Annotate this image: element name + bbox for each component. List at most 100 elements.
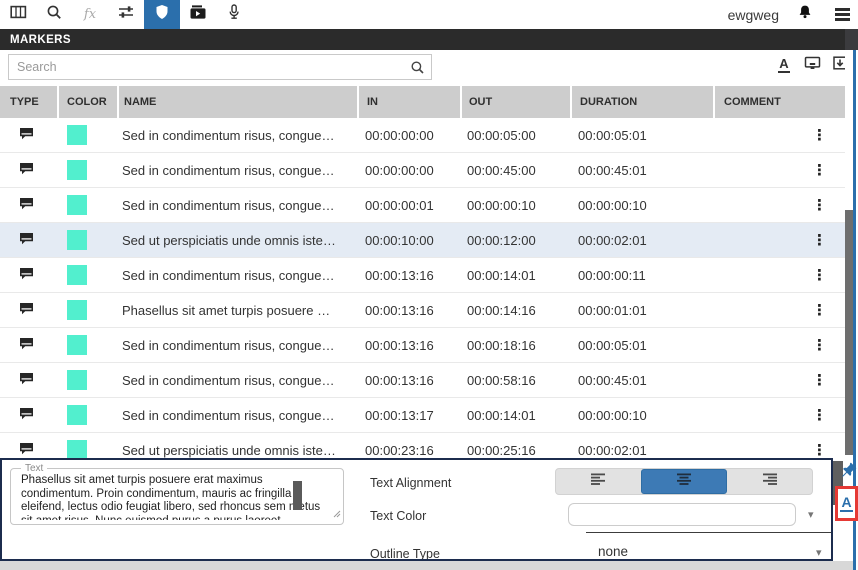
table-row[interactable]: Sed in condimentum risus, congue… 00:00:… [0,258,845,293]
table-row[interactable]: Sed in condimentum risus, congue… 00:00:… [0,363,845,398]
marker-color-swatch[interactable] [67,125,87,145]
search-input[interactable] [17,55,397,79]
marker-out: 00:00:25:16 [460,433,570,458]
row-menu-button[interactable]: ⋮ [808,258,831,292]
row-menu-button[interactable]: ⋮ [808,188,831,222]
menu-button[interactable] [831,4,854,25]
marker-duration: 00:00:45:01 [570,153,713,187]
notifications-button[interactable] [793,0,817,29]
table-row[interactable]: Sed in condimentum risus, congue… 00:00:… [0,328,845,363]
align-left-button[interactable] [556,469,641,494]
row-menu-button[interactable]: ⋮ [808,153,831,187]
row-menu-button[interactable]: ⋮ [808,293,831,327]
marker-color-swatch[interactable] [67,405,87,425]
pin-panel-button[interactable] [841,462,857,483]
table-row[interactable]: Sed in condimentum risus, congue… 00:00:… [0,118,845,153]
marker-color-swatch[interactable] [67,230,87,250]
marker-name: Sed in condimentum risus, congue… [117,258,357,292]
text-alignment-control [555,468,813,495]
marker-duration: 00:00:00:10 [570,398,713,432]
markers-app: fx ew [0,0,858,570]
marker-type-cell [0,433,57,458]
search-icon[interactable] [410,60,425,80]
marker-type-cell [0,328,57,362]
comment-display-button[interactable] [802,54,822,76]
marker-in: 00:00:13:16 [357,293,460,327]
table-row[interactable]: Sed in condimentum risus, congue… 00:00:… [0,153,845,188]
table-row[interactable]: Sed ut perspiciatis unde omnis iste… 00:… [0,433,845,458]
microphone-icon [227,4,241,25]
marker-color-swatch[interactable] [67,300,87,320]
subtitle-marker-icon [19,337,34,353]
column-header-out[interactable]: OUT [460,86,570,118]
resize-handle-icon[interactable] [333,505,341,523]
row-menu-button[interactable]: ⋮ [808,223,831,257]
bottom-strip [0,561,853,570]
marker-duration: 00:00:00:11 [570,258,713,292]
column-header-color[interactable]: COLOR [57,86,117,118]
column-header-duration[interactable]: DURATION [570,86,713,118]
text-color-caret-icon[interactable]: ▾ [808,508,814,521]
outline-type-select[interactable]: none [598,544,628,559]
marker-text-input[interactable]: Phasellus sit amet turpis posuere erat m… [21,474,321,520]
marker-color-swatch[interactable] [67,195,87,215]
table-row[interactable]: Sed in condimentum risus, congue… 00:00:… [0,188,845,223]
filters-tab-button[interactable] [108,0,144,29]
table-row[interactable]: Sed ut perspiciatis unde omnis iste… 00:… [0,223,845,258]
marker-out: 00:00:12:00 [460,223,570,257]
marker-in: 00:00:13:16 [357,258,460,292]
markers-tab-button[interactable] [144,0,180,29]
text-color-input[interactable] [568,503,796,526]
row-menu-button[interactable]: ⋮ [808,398,831,432]
table-row[interactable]: Phasellus sit amet turpis posuere … 00:0… [0,293,845,328]
search-row: A [0,50,858,86]
bell-icon [797,4,813,25]
column-header-type[interactable]: TYPE [0,86,57,118]
marker-color-swatch[interactable] [67,160,87,180]
text-format-button[interactable]: A [774,54,794,76]
pushpin-icon [841,462,857,478]
marker-duration: 00:00:01:01 [570,293,713,327]
textarea-scrollbar-thumb[interactable] [293,481,302,510]
row-menu-button[interactable]: ⋮ [808,363,831,397]
marker-type-cell [0,153,57,187]
marker-name: Sed in condimentum risus, congue… [117,188,357,222]
marker-out: 00:00:45:00 [460,153,570,187]
align-center-button[interactable] [641,469,728,494]
search-tab-button[interactable] [36,0,72,29]
align-center-icon [675,472,693,491]
align-right-icon [761,472,779,491]
marker-color-cell [57,188,117,222]
column-header-in[interactable]: IN [357,86,460,118]
marker-name: Sed in condimentum risus, congue… [117,363,357,397]
marker-color-cell [57,223,117,257]
marker-color-swatch[interactable] [67,265,87,285]
microphone-tab-button[interactable] [216,0,252,29]
marker-type-cell [0,398,57,432]
column-header-name[interactable]: NAME [117,86,357,118]
panel-layout-button[interactable] [0,0,36,29]
row-menu-button[interactable]: ⋮ [808,328,831,362]
marker-color-cell [57,293,117,327]
outline-type-caret-icon[interactable]: ▾ [816,546,822,559]
column-header-comment[interactable]: COMMENT [713,86,845,118]
username-label: ewgweg [728,7,779,23]
scrollbar-thumb[interactable] [845,210,853,455]
marker-color-swatch[interactable] [67,370,87,390]
text-style-button[interactable]: A [840,496,852,512]
marker-type-cell [0,293,57,327]
row-menu-button[interactable]: ⋮ [808,118,831,152]
marker-duration: 00:00:05:01 [570,118,713,152]
marker-duration: 00:00:02:01 [570,433,713,458]
marker-out: 00:00:05:00 [460,118,570,152]
recorder-tab-button[interactable] [180,0,216,29]
row-menu-button[interactable]: ⋮ [808,433,831,458]
marker-color-cell [57,328,117,362]
marker-name: Phasellus sit amet turpis posuere … [117,293,357,327]
align-right-button[interactable] [727,469,812,494]
marker-color-swatch[interactable] [67,440,87,458]
effects-tab-button[interactable]: fx [72,0,108,29]
marker-color-swatch[interactable] [67,335,87,355]
marker-in: 00:00:23:16 [357,433,460,458]
table-row[interactable]: Sed in condimentum risus, congue… 00:00:… [0,398,845,433]
